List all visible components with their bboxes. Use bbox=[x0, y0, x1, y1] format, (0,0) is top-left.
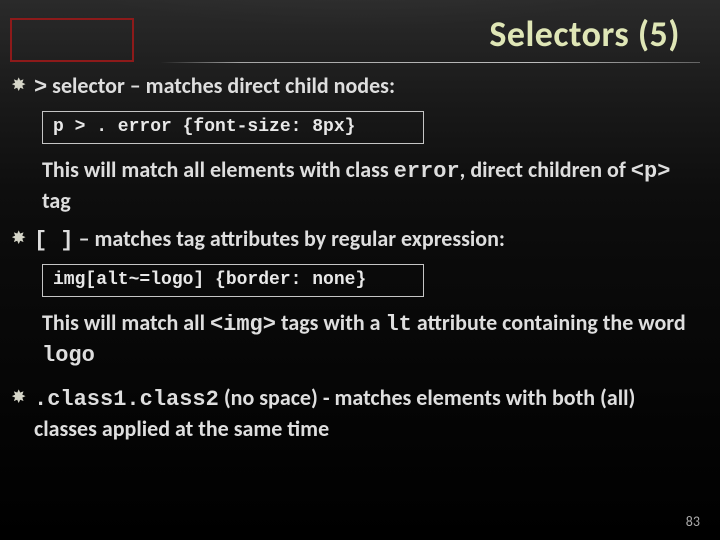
star-icon: ✸ bbox=[12, 384, 34, 412]
code-example-1: p > . error {font-size: 8px} bbox=[42, 111, 424, 144]
star-icon: ✸ bbox=[12, 225, 34, 253]
bullet-2: ✸ [ ] – matches tag attributes by regula… bbox=[12, 225, 700, 256]
explain-2: This will match all <img> tags with a lt… bbox=[42, 309, 700, 370]
explain-1: This will match all elements with class … bbox=[42, 156, 700, 215]
code-example-2: img[alt~=logo] {border: none} bbox=[42, 264, 424, 297]
bullet-3: ✸ .class1.class2 (no space) - matches el… bbox=[12, 384, 700, 443]
title-divider bbox=[160, 62, 700, 63]
selector-brackets: [ ] bbox=[34, 228, 74, 253]
bullet-1-rest: selector – matches direct child nodes: bbox=[47, 72, 395, 99]
selector-gt: > bbox=[34, 75, 47, 100]
slide-body: ✸ > selector – matches direct child node… bbox=[12, 70, 700, 444]
bullet-2-rest: – matches tag attributes by regular expr… bbox=[74, 225, 505, 252]
bullet-3-text: .class1.class2 (no space) - matches elem… bbox=[34, 384, 700, 443]
logo-placeholder-box bbox=[10, 18, 134, 62]
bullet-2-text: [ ] – matches tag attributes by regular … bbox=[34, 225, 700, 256]
selector-multiclass: .class1.class2 bbox=[34, 387, 219, 412]
explain-1-c: , direct children of bbox=[460, 156, 631, 183]
explain-1-a: This will match all elements with class bbox=[42, 156, 394, 183]
explain-2-d: lt bbox=[385, 312, 411, 337]
explain-2-e: attribute containing the word bbox=[412, 309, 686, 336]
explain-2-b: <img> bbox=[210, 312, 276, 337]
explain-1-d: <p> bbox=[631, 159, 671, 184]
explain-2-f: logo bbox=[42, 343, 95, 368]
slide: Selectors (5) ✸ > selector – matches dir… bbox=[0, 0, 720, 540]
explain-1-b: error bbox=[394, 159, 460, 184]
bullet-1: ✸ > selector – matches direct child node… bbox=[12, 72, 700, 103]
bullet-1-text: > selector – matches direct child nodes: bbox=[34, 72, 700, 103]
explain-1-e: tag bbox=[42, 187, 71, 214]
slide-number: 83 bbox=[686, 513, 700, 530]
slide-title: Selectors (5) bbox=[489, 12, 680, 56]
star-icon: ✸ bbox=[12, 72, 34, 100]
explain-2-a: This will match all bbox=[42, 309, 210, 336]
explain-2-c: tags with a bbox=[276, 309, 385, 336]
